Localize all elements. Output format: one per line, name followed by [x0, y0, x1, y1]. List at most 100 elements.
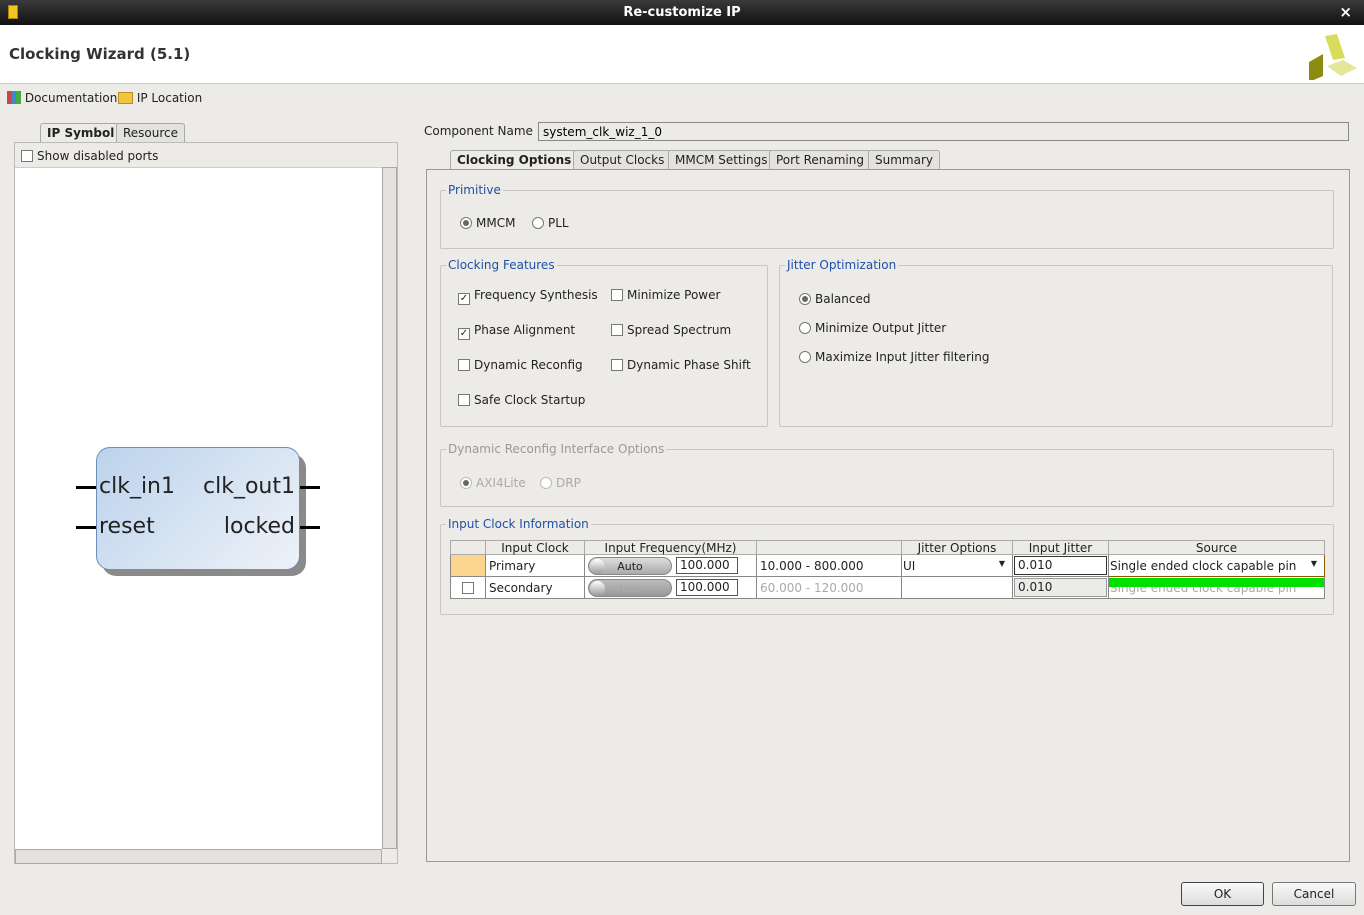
checkbox-spread-spectrum[interactable]: Spread Spectrum — [611, 323, 731, 337]
group-label: Input Clock Information — [446, 517, 591, 531]
port-line — [76, 486, 96, 489]
page-title: Clocking Wizard (5.1) — [9, 45, 191, 63]
radio-maximize-input-jitter[interactable]: Maximize Input Jitter filtering — [799, 350, 989, 364]
checkbox-phase-alignment[interactable]: ✓ Phase Alignment — [458, 323, 575, 340]
frequency-range: 10.000 - 800.000 — [756, 554, 902, 577]
column-header: Input Clock — [485, 540, 585, 555]
title-bar: Re-customize IP × — [0, 0, 1364, 25]
port-line — [300, 486, 320, 489]
tab-output-clocks[interactable]: Output Clocks — [573, 150, 672, 169]
checkbox-minimize-power[interactable]: Minimize Power — [611, 288, 720, 302]
auto-toggle[interactable]: Auto — [588, 578, 672, 597]
checkbox[interactable] — [21, 150, 33, 162]
port-clk-in1: clk_in1 — [99, 474, 176, 499]
radio-label: AXI4Lite — [476, 476, 526, 490]
column-header: Input Jitter — [1012, 540, 1109, 555]
tab-mmcm-settings[interactable]: MMCM Settings — [668, 150, 775, 169]
ip-block — [96, 447, 300, 570]
auto-toggle[interactable]: Auto — [588, 556, 672, 575]
column-header: Input Frequency(MHz) — [584, 540, 757, 555]
group-label: Primitive — [446, 183, 503, 197]
dropdown-value: UI — [903, 558, 916, 573]
port-locked: locked — [223, 514, 295, 539]
column-header — [756, 540, 902, 555]
clock-name: Primary — [485, 554, 585, 577]
radio-mmcm[interactable]: MMCM — [460, 216, 515, 230]
checkbox-label: Phase Alignment — [474, 323, 576, 337]
radio-balanced[interactable]: Balanced — [799, 292, 870, 306]
radio-axi4lite[interactable]: AXI4Lite — [460, 476, 526, 490]
checkbox-frequency-synthesis[interactable]: ✓ Frequency Synthesis — [458, 288, 598, 305]
documentation-link[interactable]: Documentation — [7, 91, 117, 105]
port-line — [76, 526, 96, 529]
port-reset: reset — [99, 514, 155, 539]
tab-clocking-options[interactable]: Clocking Options — [450, 150, 579, 170]
checkbox-safe-clock-startup[interactable]: Safe Clock Startup — [458, 393, 585, 407]
checkbox-dynamic-reconfig[interactable]: Dynamic Reconfig — [458, 358, 583, 372]
radio-drp[interactable]: DRP — [540, 476, 581, 490]
source-cell: Single ended clock capable pin — [1108, 576, 1325, 599]
radio-label: Balanced — [815, 292, 871, 306]
table-row: Primary Auto 100.000 10.000 - 800.000 UI ▼… — [450, 554, 1325, 577]
jitter-options-cell — [901, 576, 1013, 599]
checkbox-label: Show disabled ports — [37, 149, 159, 163]
books-icon — [7, 91, 21, 104]
ip-location-label: IP Location — [136, 91, 203, 105]
show-disabled-ports-checkbox[interactable]: Show disabled ports — [21, 149, 158, 163]
checkbox-dynamic-phase-shift[interactable]: Dynamic Phase Shift — [611, 358, 751, 372]
chevron-down-icon: ▼ — [998, 558, 1005, 568]
tab-summary[interactable]: Summary — [868, 150, 940, 169]
highlight-mark — [1109, 578, 1324, 587]
tab-port-renaming[interactable]: Port Renaming — [769, 150, 871, 169]
port-clk-out1: clk_out1 — [203, 474, 295, 499]
component-name-label: Component Name — [424, 124, 533, 138]
row-marker — [450, 554, 486, 577]
header: Clocking Wizard (5.1) — [0, 25, 1364, 84]
radio-minimize-output-jitter[interactable]: Minimize Output Jitter — [799, 321, 946, 335]
frequency-cell: Auto 100.000 — [584, 554, 757, 577]
cancel-button[interactable]: Cancel — [1272, 882, 1356, 906]
radio-label: DRP — [556, 476, 581, 490]
tab-ip-symbol[interactable]: IP Symbol — [40, 123, 122, 143]
tab-resource[interactable]: Resource — [116, 123, 186, 142]
column-header — [450, 540, 486, 555]
documentation-label: Documentation — [24, 91, 118, 105]
app-icon — [8, 5, 18, 19]
frequency-input[interactable]: 100.000 — [676, 557, 738, 574]
horizontal-scrollbar[interactable] — [15, 849, 382, 864]
input-jitter-field[interactable]: 0.010 — [1014, 578, 1107, 597]
jitter-optimization-group: Jitter Optimization Balanced Minimize Ou… — [779, 258, 1333, 427]
checkbox-label: Frequency Synthesis — [474, 288, 598, 302]
dropdown-value: Single ended clock capable pin — [1110, 558, 1297, 573]
dynamic-reconfig-group: Dynamic Reconfig Interface Options AXI4L… — [440, 442, 1334, 507]
column-header: Jitter Options — [901, 540, 1013, 555]
ok-button[interactable]: OK — [1181, 882, 1264, 906]
secondary-enable-checkbox[interactable] — [462, 581, 474, 594]
frequency-cell: Auto 100.000 — [584, 576, 757, 599]
source-dropdown[interactable]: Single ended clock capable pin ▼ — [1108, 554, 1325, 577]
input-clock-table: Input Clock Input Frequency(MHz) Jitter … — [450, 540, 1325, 599]
radio-label: Maximize Input Jitter filtering — [815, 350, 990, 364]
jitter-options-dropdown[interactable]: UI ▼ — [901, 554, 1013, 577]
component-name-input[interactable] — [538, 122, 1349, 141]
window-title: Re-customize IP — [623, 5, 741, 20]
radio-pll[interactable]: PLL — [532, 216, 569, 230]
folder-icon — [118, 92, 133, 104]
group-label: Clocking Features — [446, 258, 557, 272]
input-jitter-field[interactable]: 0.010 — [1014, 556, 1107, 575]
radio-label: PLL — [548, 216, 569, 230]
port-line — [300, 526, 320, 529]
ip-location-link[interactable]: IP Location — [118, 91, 202, 105]
symbol-canvas: clk_in1 reset clk_out1 locked — [15, 167, 382, 849]
frequency-input[interactable]: 100.000 — [676, 579, 738, 596]
input-clock-group: Input Clock Information Input Clock Inpu… — [440, 517, 1334, 615]
chevron-down-icon: ▼ — [1310, 558, 1317, 568]
clock-name: Secondary — [485, 576, 585, 599]
checkbox-label: Minimize Power — [627, 288, 721, 302]
checkbox-label: Spread Spectrum — [627, 323, 732, 337]
close-icon[interactable]: × — [1339, 0, 1352, 25]
clocking-features-group: Clocking Features ✓ Frequency Synthesis M… — [440, 258, 768, 427]
table-row: Secondary Auto 100.000 60.000 - 120.000 0… — [450, 576, 1325, 599]
checkbox-label: Dynamic Phase Shift — [627, 358, 751, 372]
vertical-scrollbar[interactable] — [382, 167, 397, 849]
